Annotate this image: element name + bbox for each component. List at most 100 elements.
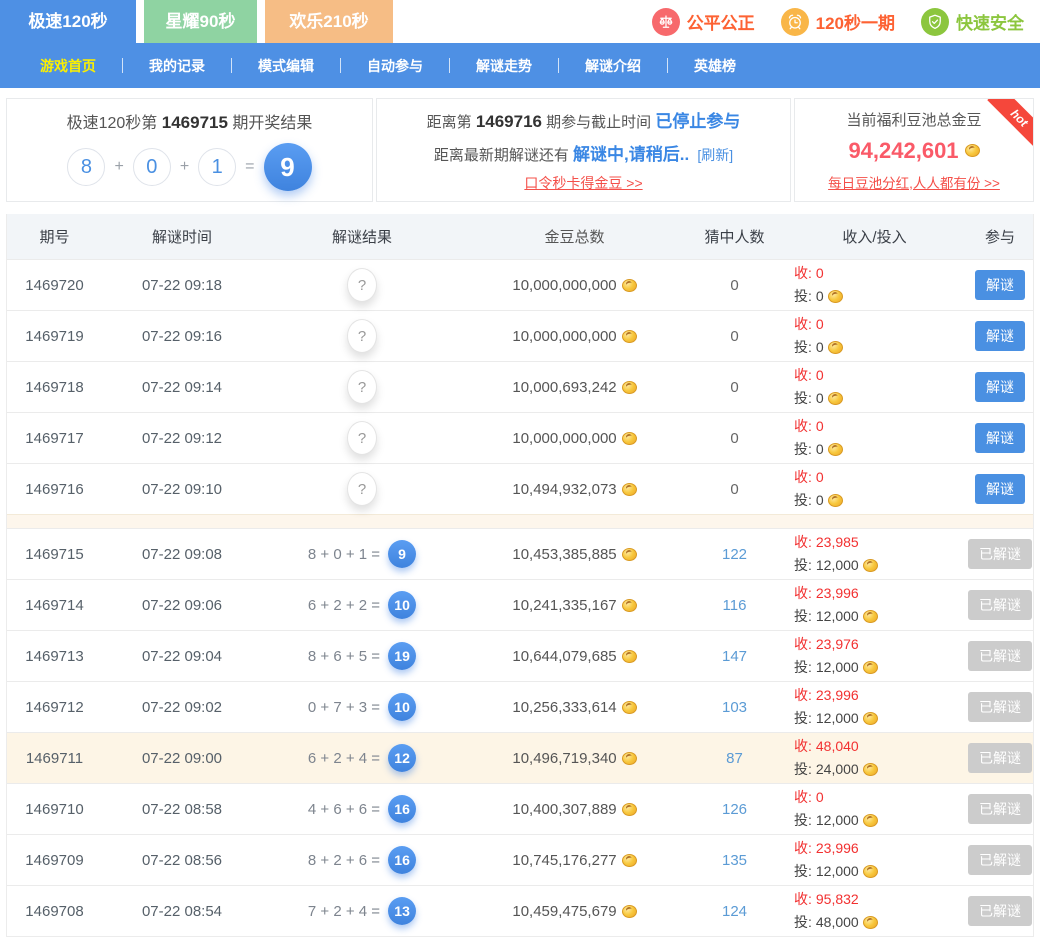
winners-cell: 135 (687, 852, 782, 869)
winners-count[interactable]: 135 (722, 852, 747, 869)
nav-item-home[interactable]: 游戏首页 (14, 56, 122, 76)
income-value: 0 (816, 787, 824, 808)
income-value: 0 (816, 416, 824, 437)
table-row: 1469717 07-22 09:12 ? 10,000,000,000 0 收… (7, 412, 1033, 463)
winners-count[interactable]: 124 (722, 903, 747, 920)
result-circle: 12 (388, 744, 416, 772)
refresh-link[interactable]: [刷新] (697, 147, 733, 163)
winners-count[interactable]: 103 (722, 699, 747, 716)
solve-button[interactable]: 解谜 (975, 423, 1025, 453)
solve-button[interactable]: 解谜 (975, 270, 1025, 300)
result-circle: 19 (388, 642, 416, 670)
time-cell: 07-22 09:16 (102, 328, 262, 345)
total-beans-value: 10,496,719,340 (512, 750, 616, 767)
invest-line: 投: 12,000 (794, 657, 878, 678)
badge-period: 120秒一期 (781, 8, 895, 36)
badge-label: 公平公正 (687, 9, 755, 34)
coin-icon (622, 599, 637, 612)
solve-button[interactable]: 解谜 (975, 321, 1025, 351)
top-tab-bar: 极速120秒 星耀90秒 欢乐210秒 公平公正 120秒一期 (0, 0, 1040, 43)
tab-star-90s[interactable]: 星耀90秒 (144, 0, 257, 43)
nav-item-hero-rank[interactable]: 英雄榜 (668, 56, 762, 76)
invest-value: 24,000 (816, 759, 859, 780)
winners-cell: 122 (687, 546, 782, 563)
tab-speed-120s[interactable]: 极速120秒 (0, 0, 136, 43)
invest-line: 投: 0 (794, 439, 843, 460)
password-card-promo-link[interactable]: 口令秒卡得金豆 >> (524, 173, 642, 193)
deadline-line: 距离第 1469716 期参与截止时间 已停止参与 (427, 107, 741, 132)
dividend-link[interactable]: 每日豆池分红,人人都有份 >> (828, 172, 1000, 192)
tab-happy-210s[interactable]: 欢乐210秒 (265, 0, 393, 43)
nav-item-intro[interactable]: 解谜介绍 (559, 56, 667, 76)
result-circle: 16 (388, 795, 416, 823)
invest-value: 0 (816, 388, 824, 409)
total-beans-value: 10,400,307,889 (512, 801, 616, 818)
table-row: 1469719 07-22 09:16 ? 10,000,000,000 0 收… (7, 310, 1033, 361)
time-cell: 07-22 09:14 (102, 379, 262, 396)
time-cell: 07-22 09:02 (102, 699, 262, 716)
nav-item-trend[interactable]: 解谜走势 (450, 56, 558, 76)
income-invest-cell: 收: 23,996 投: 12,000 (782, 838, 967, 882)
table-header: 期号 解谜时间 解谜结果 金豆总数 猜中人数 收入/投入 参与 (7, 214, 1033, 259)
header-join: 参与 (967, 226, 1033, 247)
coin-icon (863, 661, 878, 674)
invest-label: 投: (794, 759, 812, 780)
income-invest-cell: 收: 23,996 投: 12,000 (782, 583, 967, 627)
issue-cell: 1469713 (7, 648, 102, 665)
invest-value: 12,000 (816, 861, 859, 882)
solved-button: 已解谜 (968, 590, 1032, 620)
income-line: 收: 0 (794, 787, 824, 808)
table-body: 1469720 07-22 09:18 ? 10,000,000,000 0 收… (7, 259, 1033, 936)
winners-count[interactable]: 147 (722, 648, 747, 665)
winners-count[interactable]: 122 (722, 546, 747, 563)
income-value: 23,996 (816, 583, 859, 604)
total-beans-cell: 10,000,000,000 (462, 277, 687, 294)
section-divider (7, 514, 1033, 528)
draw-title: 极速120秒第 1469715 期开奖结果 (67, 109, 313, 133)
total-beans-value: 10,494,932,073 (512, 481, 616, 498)
income-value: 0 (816, 365, 824, 386)
result-formula: 4 + 6 + 6 = (308, 801, 380, 818)
header-issue: 期号 (7, 226, 102, 247)
income-line: 收: 48,040 (794, 736, 859, 757)
invest-label: 投: (794, 439, 812, 460)
coin-icon (622, 483, 637, 496)
result-circle: 10 (388, 591, 416, 619)
issue-cell: 1469720 (7, 277, 102, 294)
nav-item-mode-edit[interactable]: 模式编辑 (232, 56, 340, 76)
solve-button[interactable]: 解谜 (975, 372, 1025, 402)
invest-line: 投: 0 (794, 286, 843, 307)
income-value: 23,996 (816, 838, 859, 859)
result-cell: 8 + 6 + 5 =19 (262, 642, 462, 670)
total-beans-value: 10,241,335,167 (512, 597, 616, 614)
coin-icon (622, 905, 637, 918)
winners-count[interactable]: 116 (723, 597, 747, 614)
total-beans-cell: 10,400,307,889 (462, 801, 687, 818)
invest-value: 0 (816, 286, 824, 307)
total-beans-value: 10,453,385,885 (512, 546, 616, 563)
action-cell: 已解谜 (967, 590, 1033, 620)
winners-cell: 0 (687, 379, 782, 396)
invest-label: 投: (794, 388, 812, 409)
issue-cell: 1469719 (7, 328, 102, 345)
draw-result-circle: 9 (264, 143, 312, 191)
action-cell: 已解谜 (967, 743, 1033, 773)
winners-count[interactable]: 87 (726, 750, 743, 767)
action-cell: 已解谜 (967, 794, 1033, 824)
nav-item-my-records[interactable]: 我的记录 (123, 56, 231, 76)
winners-count[interactable]: 126 (722, 801, 747, 818)
total-beans-cell: 10,000,693,242 (462, 379, 687, 396)
nav-item-auto-join[interactable]: 自动参与 (341, 56, 449, 76)
total-beans-cell: 10,644,079,685 (462, 648, 687, 665)
solve-button[interactable]: 解谜 (975, 474, 1025, 504)
draw-title-prefix: 极速120秒第 (67, 115, 158, 132)
result-cell: 6 + 2 + 2 =10 (262, 591, 462, 619)
income-invest-cell: 收: 0 投: 0 (782, 365, 967, 409)
badge-safety: 快速安全 (921, 8, 1024, 36)
income-invest-cell: 收: 0 投: 0 (782, 416, 967, 460)
invest-label: 投: (794, 657, 812, 678)
income-label: 收: (794, 787, 812, 808)
latest-draw-panel: 极速120秒第 1469715 期开奖结果 8 + 0 + 1 = 9 (6, 98, 373, 202)
invest-value: 12,000 (816, 606, 859, 627)
winners-count: 0 (730, 481, 738, 498)
